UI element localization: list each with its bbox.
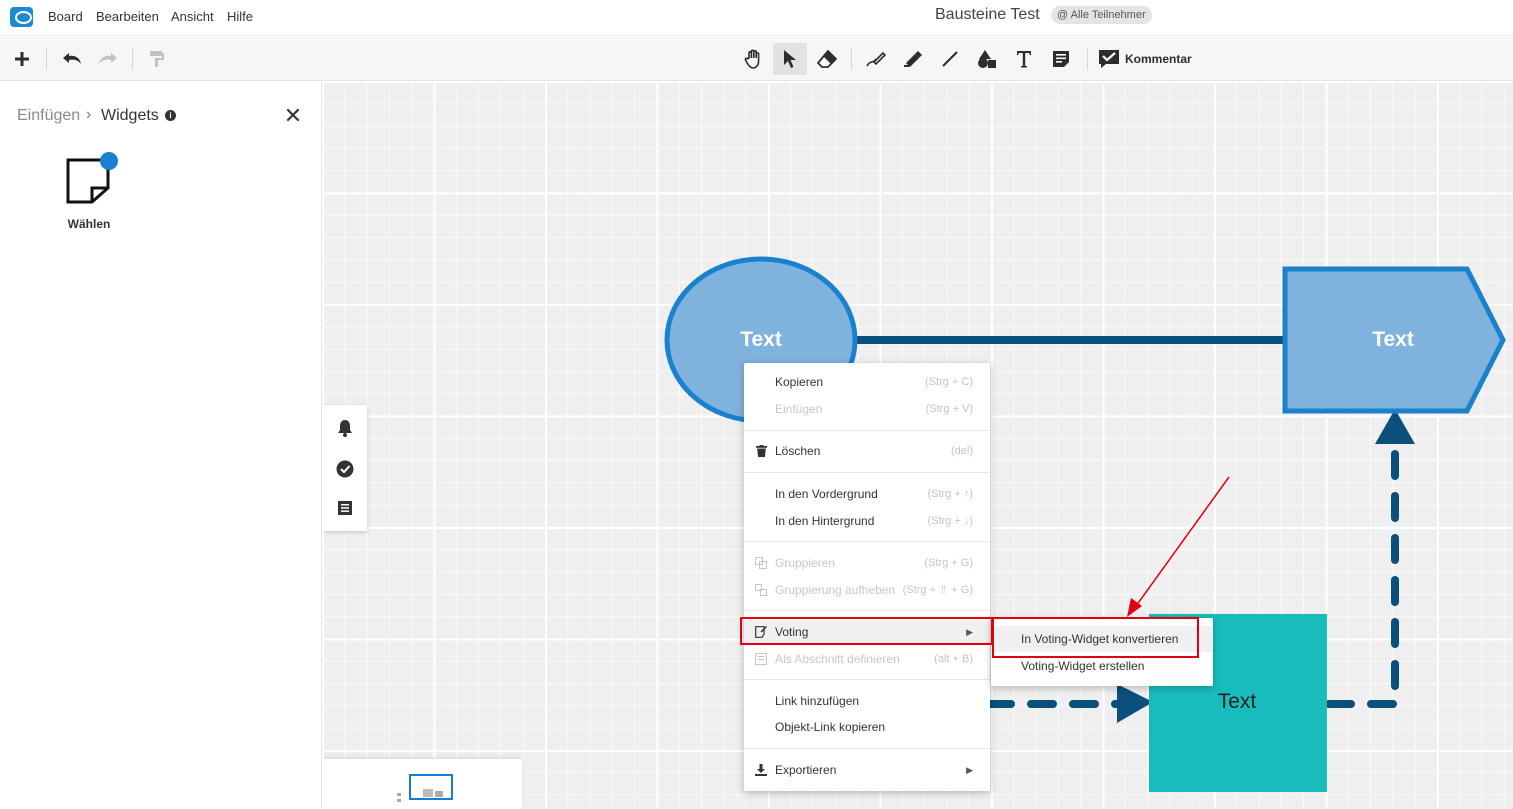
menu-item-label: Einfügen <box>775 402 823 416</box>
undo-icon[interactable] <box>55 43 89 75</box>
menu-item-shortcut: (del) <box>950 445 973 457</box>
menu-item-label: Kopieren <box>775 375 824 389</box>
section-icon <box>755 653 767 665</box>
hand-tool-icon[interactable] <box>737 43 771 75</box>
menu-item-shortcut: (Strg + ↓) <box>927 515 973 527</box>
minimap-preview <box>397 789 443 802</box>
toolbar-divider <box>46 48 47 70</box>
text-tool-icon[interactable] <box>1007 43 1041 75</box>
menu-item-shortcut: (Strg + ↑) <box>927 488 973 500</box>
menu-item-kopieren[interactable]: Kopieren (Strg + C) <box>744 370 990 394</box>
annotation-box-voting <box>740 617 993 645</box>
group-icon <box>755 557 767 569</box>
menu-item-shortcut: (alt + B) <box>934 653 973 665</box>
highlighter-icon[interactable] <box>896 43 930 75</box>
voting-widget-tile[interactable]: Wählen <box>52 152 126 234</box>
board-title[interactable]: Bausteine Test <box>935 6 1040 24</box>
format-painter-icon[interactable] <box>140 43 174 75</box>
toolbar-divider <box>132 48 133 70</box>
menu-item-gruppierung-aufheben: Gruppierung aufheben (Strg + ⇧ + G) <box>744 578 990 602</box>
menu-divider <box>744 748 990 749</box>
menu-item-abschnitt: Als Abschnitt definieren (alt + B) <box>744 647 990 671</box>
download-icon <box>755 764 767 776</box>
widget-label: Wählen <box>67 217 111 231</box>
menu-board[interactable]: Board <box>48 9 83 24</box>
menu-item-label: Exportieren <box>775 763 837 777</box>
add-icon[interactable] <box>5 43 39 75</box>
bell-icon[interactable] <box>334 417 356 439</box>
breadcrumb-separator-icon: › <box>86 106 92 123</box>
menu-item-label: In den Vordergrund <box>775 487 878 501</box>
arrowhead-up <box>1375 409 1415 444</box>
menu-bearbeiten[interactable]: Bearbeiten <box>96 9 159 24</box>
close-sidebar-button[interactable]: ✕ <box>283 104 303 128</box>
menu-bar: Board Bearbeiten Ansicht Hilfe Bausteine… <box>0 0 1513 36</box>
menu-item-vordergrund[interactable]: In den Vordergrund (Strg + ↑) <box>744 482 990 506</box>
menu-item-label: Gruppieren <box>775 556 836 570</box>
menu-item-shortcut: (Strg + C) <box>925 376 973 388</box>
menu-item-shortcut: (Strg + V) <box>925 403 973 415</box>
breadcrumb-widgets: Widgets <box>101 107 159 124</box>
submenu-arrow-icon: ▶ <box>966 765 973 775</box>
comment-icon[interactable] <box>1092 43 1126 75</box>
participants-badge[interactable]: @ Alle Teilnehmer <box>1051 6 1152 24</box>
menu-item-label: Link hinzufügen <box>775 694 860 708</box>
menu-divider <box>744 541 990 542</box>
list-icon[interactable] <box>334 497 356 519</box>
shapes-tool-icon[interactable] <box>970 43 1004 75</box>
annotation-box-konvertieren <box>992 617 1199 658</box>
floating-tool-panel <box>323 405 367 531</box>
line-tool-icon[interactable] <box>933 43 967 75</box>
toolbar-divider <box>851 48 852 70</box>
menu-item-label: Objekt-Link kopieren <box>775 720 886 734</box>
arrowhead-right <box>1117 684 1153 723</box>
menu-ansicht[interactable]: Ansicht <box>171 9 214 24</box>
menu-item-gruppieren: Gruppieren (Strg + G) <box>744 551 990 575</box>
toolbar: Kommentar <box>0 37 1513 81</box>
menu-item-einfuegen: Einfügen (Strg + V) <box>744 397 990 421</box>
menu-divider <box>744 610 990 611</box>
eraser-icon[interactable] <box>810 43 844 75</box>
menu-item-label: In den Hintergrund <box>775 514 875 528</box>
toolbar-divider <box>1087 48 1088 70</box>
menu-item-hintergrund[interactable]: In den Hintergrund (Strg + ↓) <box>744 509 990 533</box>
select-tool-icon[interactable] <box>773 43 807 75</box>
menu-divider <box>744 679 990 680</box>
menu-item-exportieren[interactable]: Exportieren ▶ <box>744 758 990 782</box>
insert-sidebar: Einfügen › Widgets i ✕ Wählen <box>0 82 322 809</box>
menu-divider <box>744 430 990 431</box>
app-logo-icon[interactable] <box>10 7 33 27</box>
notification-dot-icon <box>100 152 118 170</box>
menu-item-objekt-link[interactable]: Objekt-Link kopieren <box>744 715 990 739</box>
context-menu: Kopieren (Strg + C) Einfügen (Strg + V) … <box>744 363 990 791</box>
info-icon[interactable]: i <box>165 110 176 121</box>
pentagon-text[interactable]: Text <box>1345 328 1441 352</box>
minimap[interactable] <box>323 759 522 809</box>
square-text[interactable]: Text <box>1189 690 1285 714</box>
ellipse-text[interactable]: Text <box>713 328 809 352</box>
menu-item-loeschen[interactable]: Löschen (del) <box>744 439 990 463</box>
menu-item-shortcut: (Strg + ⇧ + G) <box>902 584 973 596</box>
menu-item-link-hinzufuegen[interactable]: Link hinzufügen <box>744 689 990 713</box>
menu-item-label: Als Abschnitt definieren <box>775 652 900 666</box>
menu-item-shortcut: (Strg + G) <box>924 557 973 569</box>
pen-tool-icon[interactable] <box>859 43 893 75</box>
breadcrumb-einfuegen[interactable]: Einfügen <box>17 107 80 125</box>
ungroup-icon <box>755 584 767 596</box>
connector-dashed-right[interactable] <box>1325 432 1399 708</box>
trash-icon <box>755 445 767 457</box>
menu-divider <box>744 472 990 473</box>
menu-item-label: Gruppierung aufheben <box>775 583 896 597</box>
menu-hilfe[interactable]: Hilfe <box>227 9 253 24</box>
check-circle-icon[interactable] <box>334 458 356 480</box>
menu-item-label: Löschen <box>775 444 821 458</box>
comment-button-label[interactable]: Kommentar <box>1125 52 1192 66</box>
redo-icon[interactable] <box>91 43 125 75</box>
sticky-note-icon[interactable] <box>1044 43 1078 75</box>
